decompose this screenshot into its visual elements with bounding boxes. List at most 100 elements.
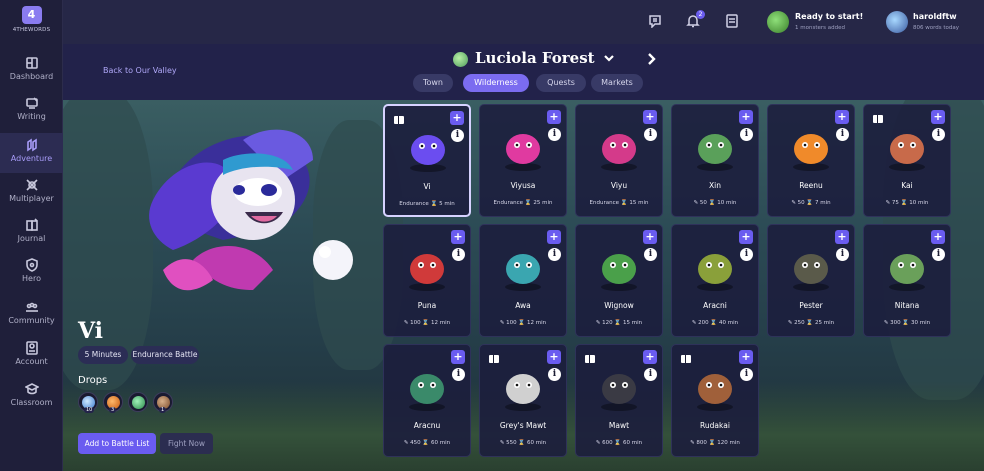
monster-art: [601, 254, 637, 291]
fight-now-button[interactable]: Fight Now: [160, 433, 213, 454]
drop-leaf-icon: [132, 396, 145, 409]
info-icon[interactable]: i: [644, 368, 657, 381]
monster-art: [409, 374, 445, 411]
monster-card-name: Xin: [709, 181, 721, 190]
monster-card-name: Pester: [799, 301, 823, 310]
drop-item[interactable]: 10: [78, 392, 98, 413]
sidebar-item-journal[interactable]: Journal: [0, 213, 63, 253]
info-icon[interactable]: i: [452, 248, 465, 261]
sidebar-item-dashboard[interactable]: Dashboard: [0, 51, 63, 91]
battle-ready-title[interactable]: Ready to start!: [795, 12, 863, 21]
monster-card-stats: ✎ 250 ⌛ 25 min: [787, 320, 835, 326]
monster-card[interactable]: + i Puna ✎ 100 ⌛ 12 min: [383, 224, 471, 337]
chevron-down-icon[interactable]: [603, 52, 615, 64]
add-monster-button[interactable]: +: [547, 230, 561, 244]
info-icon[interactable]: i: [740, 128, 753, 141]
monster-card[interactable]: + i Vi Endurance ⌛ 5 min: [383, 104, 471, 217]
monster-card-name: Aracni: [703, 301, 727, 310]
location-title[interactable]: Luciola Forest: [475, 49, 595, 67]
add-monster-button[interactable]: +: [451, 230, 465, 244]
drop-item[interactable]: 3: [103, 392, 123, 413]
add-monster-button[interactable]: +: [739, 110, 753, 124]
add-monster-button[interactable]: +: [450, 111, 464, 125]
info-icon[interactable]: i: [932, 128, 945, 141]
back-link[interactable]: Back to Our Valley: [103, 66, 177, 75]
add-monster-button[interactable]: +: [835, 110, 849, 124]
monster-card[interactable]: + i Aracnu ✎ 450 ⌛ 60 min: [383, 344, 471, 457]
sidebar-item-classroom[interactable]: Classroom: [0, 377, 63, 417]
monster-card[interactable]: + i Pester ✎ 250 ⌛ 25 min: [767, 224, 855, 337]
monster-card[interactable]: + i Mawt ✎ 600 ⌛ 60 min: [575, 344, 663, 457]
duration-chip: 5 Minutes: [78, 346, 128, 364]
writing-icon: [25, 97, 38, 109]
sidebar-item-community[interactable]: Community: [0, 295, 63, 335]
monster-name: Vi: [78, 318, 104, 344]
chevron-right-icon[interactable]: [645, 52, 657, 66]
monster-art: [505, 374, 541, 411]
monster-portrait: [149, 129, 353, 291]
add-monster-button[interactable]: +: [835, 230, 849, 244]
monster-card[interactable]: + i Awa ✎ 100 ⌛ 12 min: [479, 224, 567, 337]
sidebar-item-multiplayer[interactable]: Multiplayer: [0, 173, 63, 213]
monster-card[interactable]: + i Nitana ✎ 300 ⌛ 30 min: [863, 224, 951, 337]
dashboard-icon: [25, 57, 38, 69]
add-monster-button[interactable]: +: [643, 230, 657, 244]
battle-ready-subtitle: 1 monsters added: [795, 25, 845, 31]
add-monster-button[interactable]: +: [643, 350, 657, 364]
info-icon[interactable]: i: [740, 368, 753, 381]
add-monster-button[interactable]: +: [931, 230, 945, 244]
tab-wilderness[interactable]: Wilderness: [463, 74, 529, 92]
info-icon[interactable]: i: [836, 128, 849, 141]
add-to-battle-list-button[interactable]: Add to Battle List: [78, 433, 156, 454]
book-icon: [585, 355, 595, 363]
user-name[interactable]: haroldftw: [913, 12, 957, 21]
info-icon[interactable]: i: [644, 248, 657, 261]
battle-ready-avatar[interactable]: [767, 11, 789, 33]
monster-art: [697, 374, 733, 411]
add-monster-button[interactable]: +: [643, 110, 657, 124]
sidebar-item-adventure[interactable]: Adventure: [0, 133, 63, 173]
info-icon[interactable]: i: [452, 368, 465, 381]
info-icon[interactable]: i: [548, 128, 561, 141]
monster-art: [410, 135, 446, 172]
monster-card-stats: ✎ 200 ⌛ 40 min: [691, 320, 739, 326]
info-icon[interactable]: i: [644, 128, 657, 141]
sidebar-item-hero[interactable]: Hero: [0, 253, 63, 293]
info-icon[interactable]: i: [932, 248, 945, 261]
info-icon[interactable]: i: [740, 248, 753, 261]
monster-card[interactable]: + i Kai ✎ 75 ⌛ 10 min: [863, 104, 951, 217]
tab-town[interactable]: Town: [413, 74, 453, 92]
monster-card[interactable]: + i Rudakai ✎ 800 ⌛ 120 min: [671, 344, 759, 457]
user-avatar[interactable]: [886, 11, 908, 33]
monster-card[interactable]: + i Viyusa Endurance ⌛ 25 min: [479, 104, 567, 217]
monster-art: [601, 374, 637, 411]
info-icon[interactable]: i: [548, 368, 561, 381]
monster-card[interactable]: + i Wignow ✎ 120 ⌛ 15 min: [575, 224, 663, 337]
add-monster-button[interactable]: +: [547, 350, 561, 364]
add-monster-button[interactable]: +: [547, 110, 561, 124]
monster-card[interactable]: + i Xin ✎ 50 ⌛ 10 min: [671, 104, 759, 217]
monster-card[interactable]: + i Grey's Mawt ✎ 550 ⌛ 60 min: [479, 344, 567, 457]
monster-card[interactable]: + i Reenu ✎ 50 ⌛ 7 min: [767, 104, 855, 217]
tab-markets[interactable]: Markets: [591, 74, 643, 92]
info-icon[interactable]: i: [836, 248, 849, 261]
sidebar-item-writing[interactable]: Writing: [0, 91, 63, 131]
chat-icon[interactable]: [648, 14, 662, 28]
document-icon[interactable]: [725, 14, 739, 28]
add-monster-button[interactable]: +: [931, 110, 945, 124]
monster-card-stats: ✎ 120 ⌛ 15 min: [595, 320, 643, 326]
app-logo[interactable]: 4 4THEWORDS: [0, 6, 63, 33]
monster-card-stats: ✎ 550 ⌛ 60 min: [499, 440, 547, 446]
sidebar-item-label: Adventure: [10, 154, 53, 163]
tab-quests[interactable]: Quests: [536, 74, 586, 92]
add-monster-button[interactable]: +: [739, 230, 753, 244]
monster-card[interactable]: + i Aracni ✎ 200 ⌛ 40 min: [671, 224, 759, 337]
drop-item[interactable]: [128, 392, 148, 412]
sidebar-item-account[interactable]: Account: [0, 336, 63, 376]
info-icon[interactable]: i: [548, 248, 561, 261]
add-monster-button[interactable]: +: [451, 350, 465, 364]
classroom-icon: [24, 383, 39, 395]
add-monster-button[interactable]: +: [739, 350, 753, 364]
monster-card[interactable]: + i Viyu Endurance ⌛ 15 min: [575, 104, 663, 217]
drop-item[interactable]: 1: [153, 392, 173, 413]
